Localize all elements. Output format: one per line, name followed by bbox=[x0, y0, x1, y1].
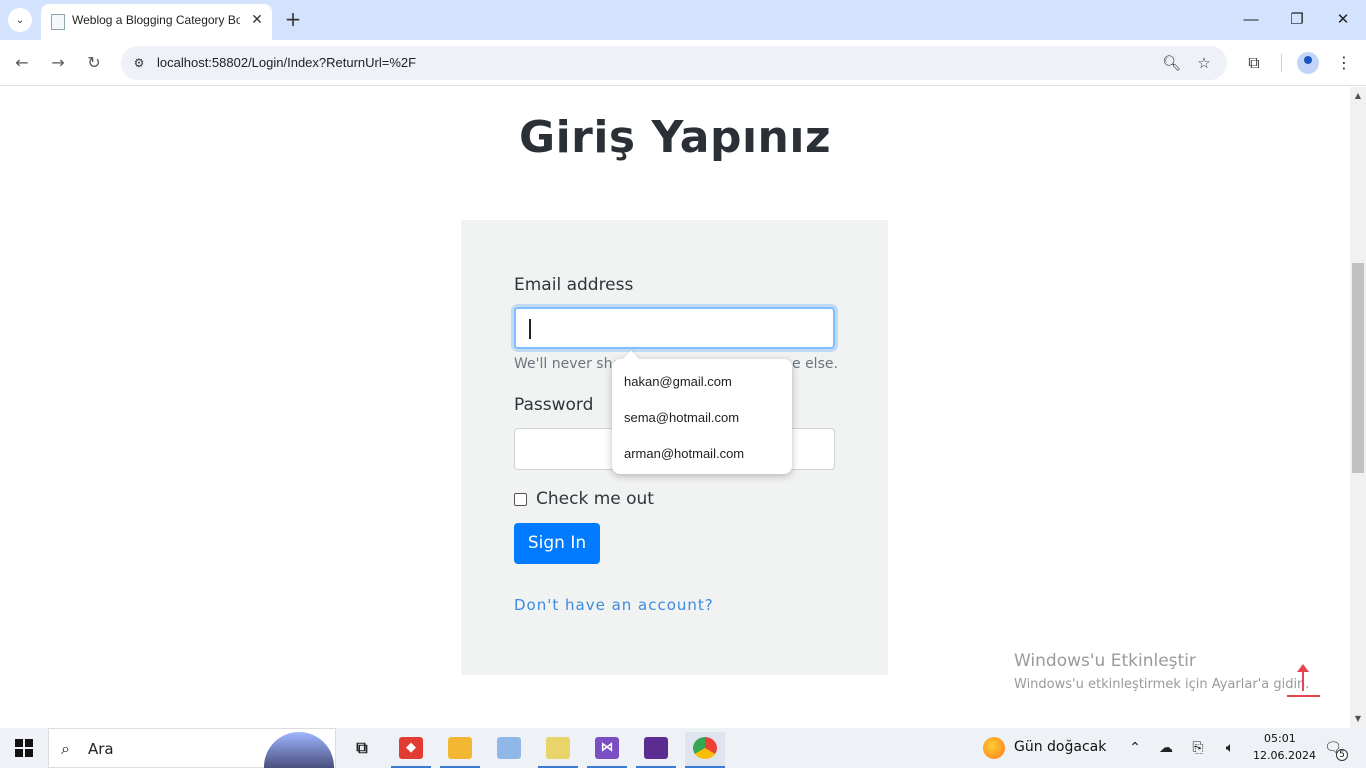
menu-kebab-icon[interactable]: ⋮ bbox=[1333, 52, 1355, 74]
visual-studio-icon[interactable]: ⋈ bbox=[587, 732, 627, 768]
notification-count-badge: 5 bbox=[1336, 749, 1348, 761]
address-bar[interactable]: ⚙ localhost:58802/Login/Index?ReturnUrl=… bbox=[121, 46, 1227, 80]
extensions-icon[interactable]: ⧉ bbox=[1243, 52, 1265, 74]
back-to-top-button[interactable] bbox=[1287, 664, 1320, 700]
activation-watermark-title: Windows'u Etkinleştir bbox=[1014, 651, 1196, 671]
snip-tool-icon[interactable] bbox=[538, 732, 578, 768]
forward-button[interactable]: → bbox=[47, 52, 69, 74]
browser-tab[interactable]: Weblog a Blogging Category Bootstrap ✕ bbox=[41, 4, 272, 40]
arrow-base bbox=[1287, 695, 1320, 697]
autofill-suggestion[interactable]: arman@hotmail.com bbox=[624, 446, 744, 461]
register-link[interactable]: Don't have an account? bbox=[514, 596, 714, 614]
reload-button[interactable]: ↻ bbox=[83, 52, 105, 74]
onedrive-sync-icon[interactable]: ☁ bbox=[1156, 738, 1176, 758]
git-app-icon[interactable]: ◆ bbox=[391, 732, 431, 768]
sign-in-button[interactable]: Sign In bbox=[514, 523, 600, 564]
browser-tab-bar: ⌄ Weblog a Blogging Category Bootstrap ✕… bbox=[0, 0, 1366, 40]
windows-taskbar: ⌕ Ara ⧉ ◆ ⋈ Gün doğacak ⌃ ☁ ⎘ 🔈︎ 05:01 1… bbox=[0, 728, 1366, 768]
paint-app-icon[interactable] bbox=[489, 732, 529, 766]
zoom-icon[interactable]: 🔍︎ bbox=[1162, 54, 1181, 72]
remember-label[interactable]: Check me out bbox=[536, 489, 654, 509]
remember-checkbox[interactable] bbox=[514, 493, 527, 506]
email-field[interactable] bbox=[514, 307, 835, 349]
clock-time[interactable]: 05:01 bbox=[1264, 732, 1296, 745]
volume-icon[interactable]: 🔈︎ bbox=[1220, 738, 1240, 758]
scroll-down-arrow-icon[interactable]: ▼ bbox=[1350, 712, 1366, 726]
page-title: Giriş Yapınız bbox=[518, 112, 832, 163]
close-window-button[interactable]: ✕ bbox=[1329, 8, 1357, 32]
autofill-suggestion[interactable]: hakan@gmail.com bbox=[624, 374, 732, 389]
tab-search-button[interactable]: ⌄ bbox=[8, 8, 32, 32]
site-info-icon[interactable]: ⚙ bbox=[131, 55, 147, 71]
taskbar-search-placeholder: Ara bbox=[88, 740, 114, 758]
url-text[interactable]: localhost:58802/Login/Index?ReturnUrl=%2… bbox=[157, 55, 416, 70]
tray-chevron-up-icon[interactable]: ⌃ bbox=[1125, 738, 1145, 758]
activation-watermark-subtitle: Windows'u etkinleştirmek için Ayarlar'a … bbox=[1014, 677, 1310, 692]
page-favicon-icon bbox=[51, 14, 65, 30]
email-label: Email address bbox=[514, 275, 634, 295]
terminal-app-icon[interactable] bbox=[636, 732, 676, 768]
email-autofill-dropdown: hakan@gmail.com sema@hotmail.com arman@h… bbox=[612, 359, 792, 474]
browser-toolbar: ← → ↻ ⚙ localhost:58802/Login/Index?Retu… bbox=[0, 40, 1366, 86]
chrome-app-icon[interactable] bbox=[685, 732, 725, 768]
taskbar-search-box[interactable]: ⌕ Ara bbox=[48, 728, 336, 768]
email-help-text: We'll never sho bbox=[514, 356, 622, 372]
password-label: Password bbox=[514, 395, 594, 415]
page-scrollbar[interactable]: ▲ ▼ bbox=[1350, 87, 1366, 728]
minimize-button[interactable]: — bbox=[1237, 8, 1265, 32]
scroll-thumb[interactable] bbox=[1352, 263, 1364, 473]
task-view-icon[interactable]: ⧉ bbox=[342, 732, 382, 766]
scroll-up-arrow-icon[interactable]: ▲ bbox=[1350, 89, 1366, 103]
weather-text[interactable]: Gün doğacak bbox=[1014, 739, 1106, 755]
windows-start-icon[interactable] bbox=[15, 739, 33, 757]
autofill-suggestion[interactable]: sema@hotmail.com bbox=[624, 410, 739, 425]
bookmark-star-icon[interactable]: ☆ bbox=[1195, 54, 1213, 72]
arrow-shaft bbox=[1302, 669, 1304, 691]
search-highlight-image bbox=[264, 732, 334, 768]
new-tab-button[interactable]: + bbox=[282, 8, 304, 30]
tab-close-icon[interactable]: ✕ bbox=[248, 11, 266, 29]
weather-icon[interactable] bbox=[983, 737, 1005, 759]
network-icon[interactable]: ⎘ bbox=[1188, 738, 1208, 758]
profile-avatar[interactable] bbox=[1297, 52, 1319, 74]
email-help-text-end: e else. bbox=[792, 356, 838, 372]
clock-date[interactable]: 12.06.2024 bbox=[1253, 749, 1316, 762]
restore-button[interactable]: ❐ bbox=[1283, 8, 1311, 32]
file-explorer-icon[interactable] bbox=[440, 732, 480, 768]
text-caret bbox=[529, 319, 531, 339]
toolbar-divider bbox=[1281, 54, 1282, 72]
search-icon: ⌕ bbox=[61, 739, 70, 758]
back-button[interactable]: ← bbox=[11, 52, 33, 74]
tab-title: Weblog a Blogging Category Bootstrap bbox=[72, 13, 240, 27]
